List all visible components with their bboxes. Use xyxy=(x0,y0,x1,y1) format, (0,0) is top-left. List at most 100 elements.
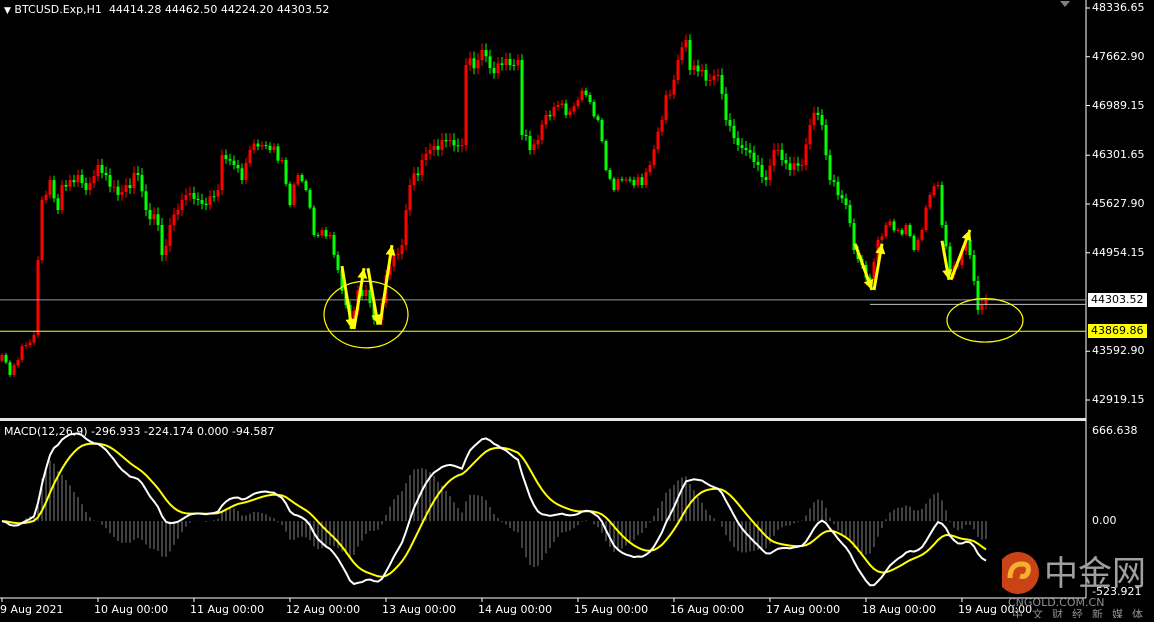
candle-body xyxy=(696,65,700,72)
candle-body xyxy=(784,159,788,164)
candle-body xyxy=(844,198,848,206)
candle-body xyxy=(284,159,288,184)
time-tick-label: 15 Aug 00:00 xyxy=(574,603,649,616)
candle-body xyxy=(436,145,440,150)
candle-body xyxy=(624,179,628,181)
candle-body xyxy=(820,114,824,125)
candle-body xyxy=(748,150,752,153)
candle-body xyxy=(172,214,176,225)
candle-body xyxy=(692,65,696,70)
candle-body xyxy=(720,74,724,94)
candle-body xyxy=(136,173,140,175)
candle-body xyxy=(92,176,96,184)
symbol-label: BTCUSD.Exp,H1 xyxy=(14,3,102,16)
candle-body xyxy=(84,183,88,191)
candle-body xyxy=(56,198,60,210)
candle-body xyxy=(604,141,608,170)
price-chart[interactable] xyxy=(0,0,1154,621)
candle-body xyxy=(500,63,504,65)
candle-body xyxy=(428,150,432,154)
candle-body xyxy=(928,195,932,208)
candle-body xyxy=(908,224,912,236)
ohlc-values: 44414.28 44462.50 44224.20 44303.52 xyxy=(108,3,330,16)
candle-body xyxy=(236,164,240,169)
candle-body xyxy=(540,124,544,141)
candle-body xyxy=(932,186,936,196)
candle-body xyxy=(504,58,508,65)
candle-body xyxy=(36,259,40,335)
candle-body xyxy=(8,362,12,375)
candle-body xyxy=(576,100,580,107)
candle-body xyxy=(556,105,560,107)
time-tick-label: 14 Aug 00:00 xyxy=(478,603,553,616)
candle-body xyxy=(800,164,804,166)
candle-body xyxy=(472,58,476,69)
level-line-tag: 43869.86 xyxy=(1088,324,1147,338)
candle-body xyxy=(596,116,600,120)
candle-body xyxy=(884,224,888,237)
candle-body xyxy=(32,334,36,343)
candle-body xyxy=(276,146,280,161)
candle-body xyxy=(408,185,412,211)
macd-values: -296.933 -224.174 0.000 -94.587 xyxy=(91,425,275,438)
candle-body xyxy=(848,205,852,224)
candle-body xyxy=(676,60,680,80)
macd-signal-line xyxy=(1,442,987,578)
candle-body xyxy=(28,342,32,346)
candle-body xyxy=(732,125,736,139)
candle-body xyxy=(468,58,472,65)
time-tick-label: 12 Aug 00:00 xyxy=(286,603,361,616)
candle-body xyxy=(396,254,400,256)
candle-body xyxy=(804,144,808,165)
candle-body xyxy=(256,143,260,147)
candle-body xyxy=(336,254,340,270)
candle-body xyxy=(516,60,520,66)
candle-body xyxy=(488,56,492,69)
svg-text:中文财经新媒体: 中文财经新媒体 xyxy=(1012,607,1152,618)
time-tick-label: 13 Aug 00:00 xyxy=(382,603,457,616)
candle-body xyxy=(612,178,616,191)
price-tick-label: 45627.90 xyxy=(1092,197,1145,210)
candle-body xyxy=(144,191,148,210)
candle-body xyxy=(684,40,688,48)
candle-body xyxy=(412,173,416,186)
chart-shift-icon xyxy=(1060,1,1070,7)
candle-body xyxy=(780,149,784,160)
candle-body xyxy=(164,245,168,256)
candle-body xyxy=(792,163,796,170)
candle-body xyxy=(228,159,232,161)
candle-body xyxy=(304,181,308,191)
candle-body xyxy=(140,174,144,192)
candle-body xyxy=(392,255,396,267)
candle-body xyxy=(312,207,316,236)
candle-body xyxy=(704,69,708,81)
price-tick-label: 43592.90 xyxy=(1092,344,1145,358)
candle-body xyxy=(580,90,584,101)
candle-body xyxy=(72,180,76,183)
macd-label: MACD(12,26,9) xyxy=(4,425,88,438)
candle-body xyxy=(88,183,92,191)
candle-body xyxy=(832,180,836,182)
candle-body xyxy=(520,60,524,135)
candle-body xyxy=(920,230,924,240)
candle-body xyxy=(512,64,516,66)
candle-body xyxy=(196,198,200,201)
candle-body xyxy=(4,355,8,363)
candle-body xyxy=(976,280,980,310)
highlight-ellipse xyxy=(946,298,1024,343)
collapse-triangle-icon[interactable]: ▼ xyxy=(4,6,11,16)
candle-body xyxy=(484,50,488,57)
candle-body xyxy=(60,185,64,210)
candle-body xyxy=(76,174,80,183)
candle-body xyxy=(904,224,908,235)
arrow-line xyxy=(378,244,394,325)
candle-body xyxy=(204,203,208,206)
candle-body xyxy=(288,183,292,206)
candle-body xyxy=(432,145,436,151)
candle-body xyxy=(724,93,728,120)
candle-body xyxy=(524,134,528,137)
candle-body xyxy=(548,114,552,117)
candle-body xyxy=(52,180,56,199)
candle-body xyxy=(216,190,220,197)
candle-body xyxy=(840,195,844,199)
